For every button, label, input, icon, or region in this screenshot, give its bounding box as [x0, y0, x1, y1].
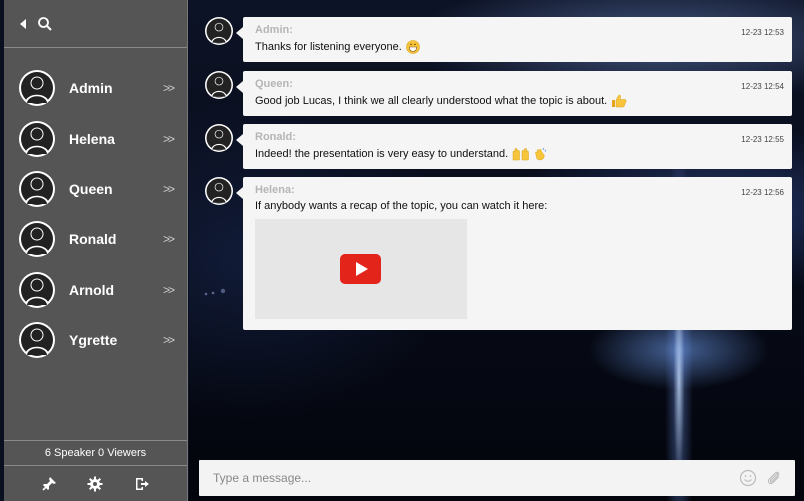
sidebar-toolbar: [4, 467, 187, 501]
decorative-dots: [201, 285, 231, 296]
user-name: Admin: [69, 80, 113, 97]
chat-message: Queen: 12-23 12:54 Good job Lucas, I thi…: [205, 71, 792, 116]
play-icon[interactable]: [340, 254, 381, 284]
raising-hands-emoji: [512, 147, 530, 161]
message-text-row: Thanks for listening everyone.: [255, 40, 780, 54]
avatar: [205, 17, 233, 45]
avatar: [205, 177, 233, 205]
participants-status: 6 Speaker 0 Viewers: [4, 440, 187, 466]
avatar: [19, 70, 55, 107]
chevron-right-icon[interactable]: >>: [163, 132, 175, 146]
chat-message: Ronald: 12-23 12:55 Indeed! the presenta…: [205, 124, 792, 169]
smiley-icon[interactable]: [739, 469, 757, 487]
user-name: Ygrette: [69, 332, 118, 349]
avatar: [19, 221, 55, 258]
message-text-row: Indeed! the presentation is very easy to…: [255, 147, 780, 161]
message-sender: Helena:: [255, 184, 295, 196]
chevron-right-icon[interactable]: >>: [163, 81, 175, 95]
chevron-right-icon[interactable]: >>: [163, 232, 175, 246]
avatar: [19, 120, 55, 157]
user-name: Arnold: [69, 281, 115, 298]
clapping-hands-emoji: [534, 147, 548, 161]
back-arrow-icon[interactable]: [14, 15, 32, 33]
message-sender: Admin:: [255, 24, 293, 36]
chat-area: Admin: 12-23 12:53 Thanks for listening …: [189, 0, 804, 501]
user-item-helena[interactable]: Helena >>: [4, 113, 187, 163]
avatar: [19, 271, 55, 308]
chevron-right-icon[interactable]: >>: [163, 182, 175, 196]
message-time: 12-23 12:56: [741, 188, 784, 197]
user-item-arnold[interactable]: Arnold >>: [4, 265, 187, 315]
message-text: Good job Lucas, I think we all clearly u…: [255, 95, 608, 107]
message-bubble: Helena: 12-23 12:56 If anybody wants a r…: [236, 177, 792, 330]
video-thumbnail[interactable]: [255, 219, 467, 319]
thumbs-up-emoji: [611, 94, 627, 108]
avatar: [19, 170, 55, 207]
message-text-row: Good job Lucas, I think we all clearly u…: [255, 94, 780, 108]
chevron-right-icon[interactable]: >>: [163, 283, 175, 297]
user-item-queen[interactable]: Queen >>: [4, 164, 187, 214]
sidebar: Admin >> Helena >> Queen >> Ronald >> Ar…: [4, 0, 188, 501]
logout-icon[interactable]: [134, 476, 150, 492]
gear-icon[interactable]: [87, 476, 103, 492]
user-list: Admin >> Helena >> Queen >> Ronald >> Ar…: [4, 63, 187, 365]
search-icon[interactable]: [36, 15, 54, 33]
message-sender: Queen:: [255, 78, 293, 90]
avatar: [19, 322, 55, 359]
message-bubble: Admin: 12-23 12:53 Thanks for listening …: [236, 17, 792, 62]
avatar: [205, 71, 233, 99]
user-item-admin[interactable]: Admin >>: [4, 63, 187, 113]
message-text: If anybody wants a recap of the topic, y…: [255, 200, 548, 212]
grinning-face-emoji: [405, 40, 420, 54]
message-time: 12-23 12:53: [741, 28, 784, 37]
message-text: Indeed! the presentation is very easy to…: [255, 148, 509, 160]
message-sender: Ronald:: [255, 131, 296, 143]
chevron-right-icon[interactable]: >>: [163, 333, 175, 347]
message-composer: [199, 460, 795, 496]
user-item-ygrette[interactable]: Ygrette >>: [4, 315, 187, 365]
message-bubble: Ronald: 12-23 12:55 Indeed! the presenta…: [236, 124, 792, 169]
message-input[interactable]: [213, 471, 713, 485]
pin-icon[interactable]: [41, 476, 57, 492]
message-text: Thanks for listening everyone.: [255, 41, 402, 53]
avatar: [205, 124, 233, 152]
user-item-ronald[interactable]: Ronald >>: [4, 214, 187, 264]
sidebar-header: [4, 0, 187, 48]
message-text-row: If anybody wants a recap of the topic, y…: [255, 200, 780, 212]
message-time: 12-23 12:55: [741, 135, 784, 144]
user-name: Ronald: [69, 231, 117, 248]
message-bubble: Queen: 12-23 12:54 Good job Lucas, I thi…: [236, 71, 792, 116]
chat-message: Helena: 12-23 12:56 If anybody wants a r…: [205, 177, 792, 330]
user-name: Queen: [69, 180, 113, 197]
message-time: 12-23 12:54: [741, 82, 784, 91]
paperclip-icon[interactable]: [765, 469, 783, 487]
chat-message: Admin: 12-23 12:53 Thanks for listening …: [205, 17, 792, 62]
user-name: Helena: [69, 130, 115, 147]
